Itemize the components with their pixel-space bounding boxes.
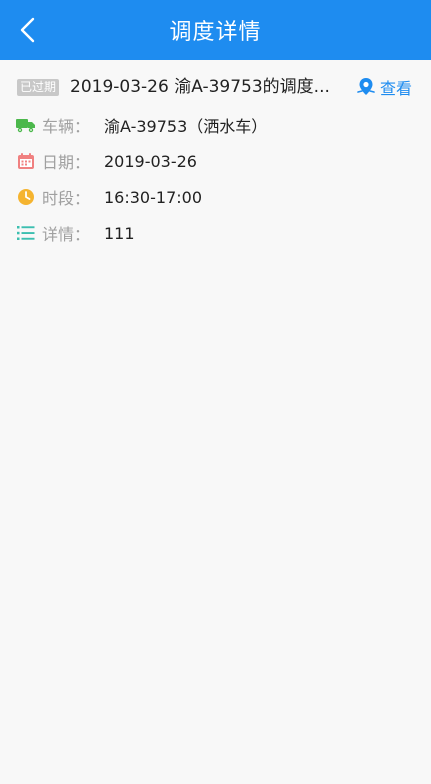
view-button[interactable]: 查看 xyxy=(356,75,412,99)
info-row-details: 详情： 111 xyxy=(0,219,431,247)
vehicle-key: 车辆： xyxy=(42,117,91,136)
info-row-time: 时段： 16:30-17:00 xyxy=(0,183,431,211)
list-icon xyxy=(16,223,36,243)
truck-icon xyxy=(16,115,36,135)
schedule-title-row: 已过期 2019-03-26 渝A-39753的调度... 查看 xyxy=(0,72,431,102)
page-title: 调度详情 xyxy=(169,20,262,45)
view-label: 查看 xyxy=(380,79,413,98)
clock-icon xyxy=(16,187,36,207)
time-key: 时段： xyxy=(42,189,91,208)
schedule-title: 2019-03-26 渝A-39753的调度... xyxy=(70,77,330,97)
chevron-left-icon xyxy=(20,17,35,43)
status-badge: 已过期 xyxy=(17,79,60,96)
info-row-vehicle: 车辆： 渝A-39753（洒水车） xyxy=(0,111,431,139)
date-value: 2019-03-26 xyxy=(104,151,197,171)
date-key: 日期： xyxy=(42,153,91,172)
details-value: 111 xyxy=(104,223,135,243)
schedule-detail: 已过期 2019-03-26 渝A-39753的调度... 查看 车辆： 渝A-… xyxy=(0,60,431,784)
info-row-date: 日期： 2019-03-26 xyxy=(0,147,431,175)
details-key: 详情： xyxy=(42,225,91,244)
time-value: 16:30-17:00 xyxy=(104,187,202,207)
map-pin-icon xyxy=(357,78,375,95)
back-button[interactable] xyxy=(12,14,44,46)
app-header: 调度详情 xyxy=(0,0,431,60)
calendar-icon xyxy=(16,151,36,171)
vehicle-value: 渝A-39753（洒水车） xyxy=(104,117,268,136)
